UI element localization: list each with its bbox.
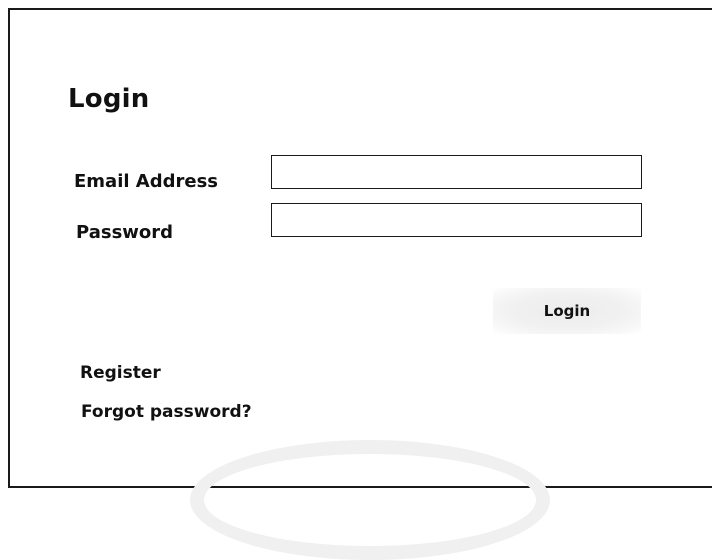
password-label: Password	[76, 222, 174, 243]
register-link[interactable]: Register	[80, 363, 161, 383]
forgot-password-link[interactable]: Forgot password?	[81, 402, 252, 422]
background-watermark	[190, 440, 550, 560]
login-button[interactable]: Login	[493, 288, 641, 334]
email-label: Email Address	[74, 171, 219, 192]
email-field[interactable]	[271, 155, 642, 189]
page-title: Login	[68, 84, 150, 114]
password-field[interactable]	[271, 203, 642, 237]
